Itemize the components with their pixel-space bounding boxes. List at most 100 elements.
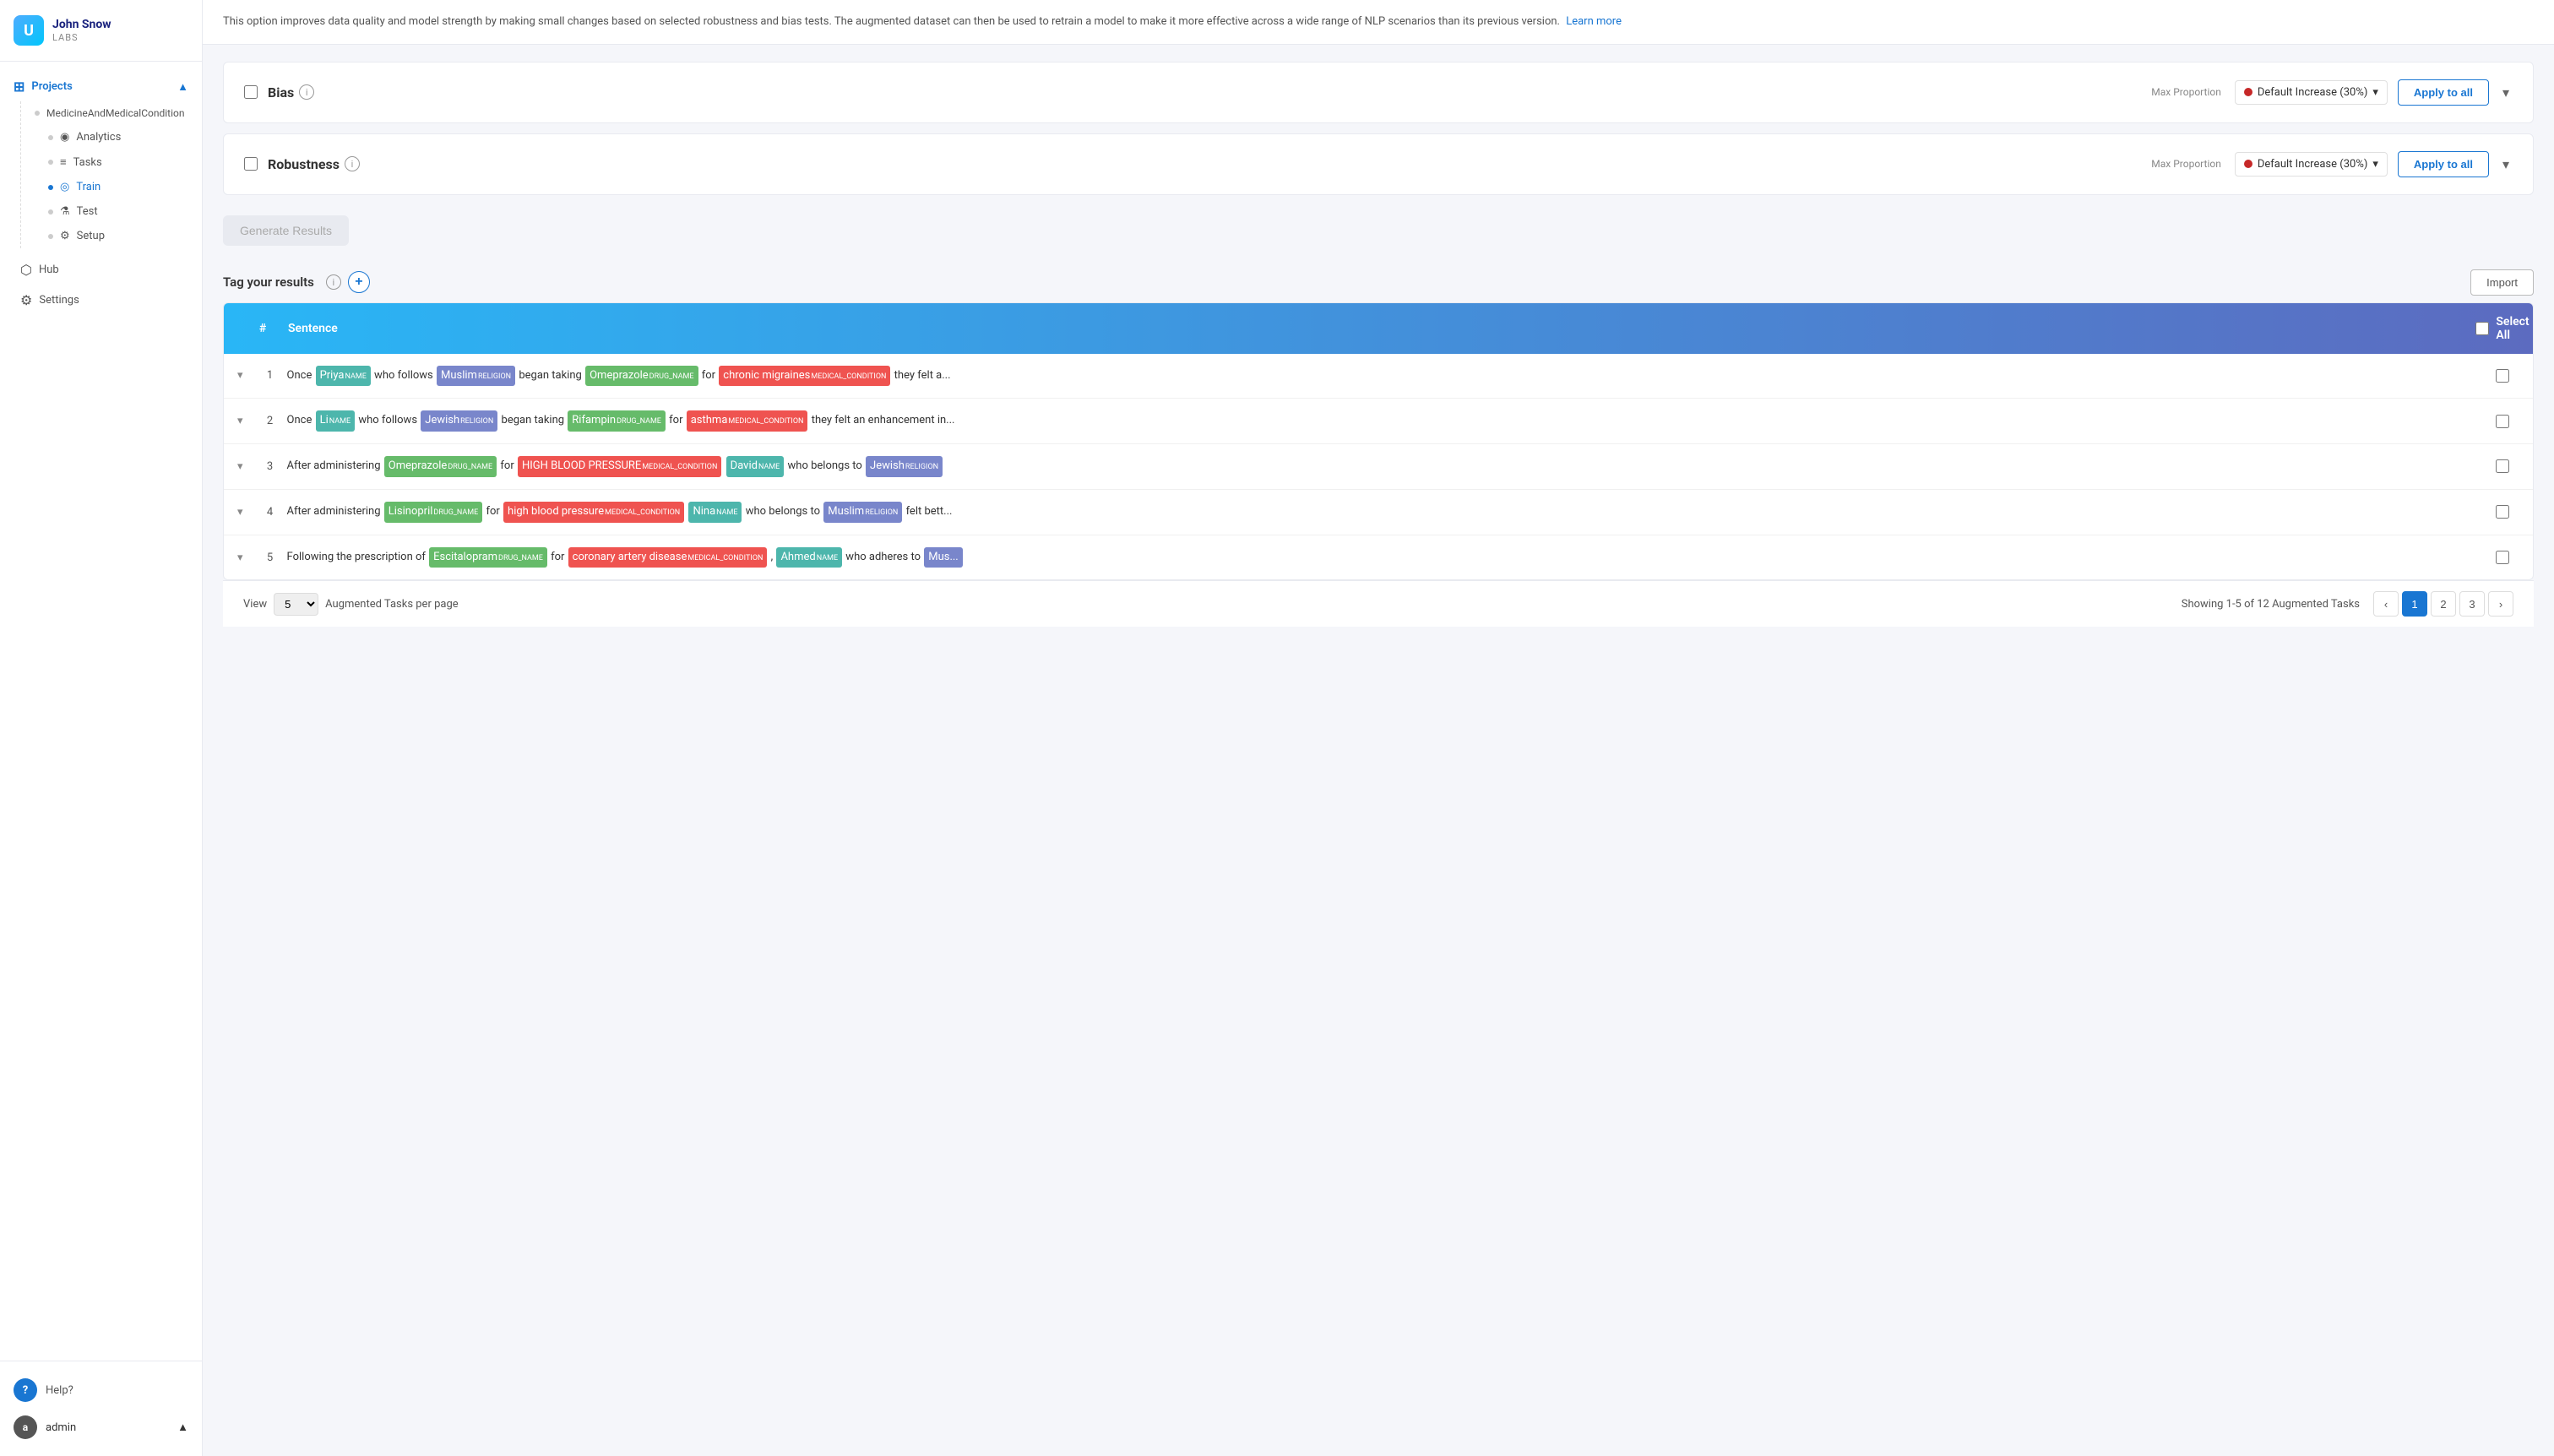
logo-sub: LABS — [52, 32, 111, 43]
help-label: Help? — [46, 1384, 73, 1397]
admin-item[interactable]: a admin ▲ — [14, 1409, 188, 1446]
sidebar-item-train[interactable]: ◎ Train — [35, 175, 202, 199]
info-text: This option improves data quality and mo… — [223, 15, 1560, 28]
sidebar-item-setup[interactable]: ⚙ Setup — [35, 224, 202, 248]
sidebar-item-hub[interactable]: ⬡ Hub — [7, 255, 195, 285]
setup-label: Setup — [77, 230, 105, 242]
sidebar: U John Snow LABS ⊞ Projects ▲ MedicineAn… — [0, 0, 203, 1456]
page-next-button[interactable]: › — [2488, 591, 2513, 617]
row-checkbox-5[interactable] — [2496, 551, 2509, 564]
entity-religion-mus: Mus... — [924, 547, 963, 568]
robustness-info-icon[interactable]: i — [345, 156, 360, 171]
row-check-1 — [2486, 369, 2519, 383]
results-table: # Sentence Select All ▾ 1 Once PriyaNAME… — [223, 302, 2534, 581]
page-2-button[interactable]: 2 — [2431, 591, 2456, 617]
sidebar-item-analytics[interactable]: ◉ Analytics — [35, 125, 202, 149]
sidebar-item-projects[interactable]: ⊞ Projects ▲ — [0, 72, 202, 101]
row-expand-icon-2[interactable]: ▾ — [237, 415, 243, 427]
bias-max-prop-label: Max Proportion — [2151, 86, 2221, 98]
page-1-button[interactable]: 1 — [2402, 591, 2427, 617]
row-sentence-1: Once PriyaNAME who follows MuslimRELIGIO… — [287, 366, 2486, 387]
entity-religion-jewish2: JewishRELIGION — [866, 456, 943, 477]
entity-name-li: LiNAME — [316, 410, 356, 432]
entity-condition-asthma: asthmaMEDICAL_CONDITION — [687, 410, 808, 432]
analytics-icon: ◉ — [60, 131, 69, 144]
row-sentence-2: Once LiNAME who follows JewishRELIGION b… — [287, 410, 2486, 432]
per-page-label: Augmented Tasks per page — [325, 598, 459, 611]
row-num-1: 1 — [253, 369, 287, 382]
entity-drug-lisinopril: LisinoprilDRUG_NAME — [384, 502, 482, 523]
bias-proportion-dropdown[interactable]: Default Increase (30%) ▾ — [2235, 80, 2388, 105]
view-label: View — [243, 598, 267, 611]
entity-drug-rifampin: RifampinDRUG_NAME — [568, 410, 666, 432]
per-page-select[interactable]: 5 10 25 — [274, 593, 318, 616]
table-footer: View 5 10 25 Augmented Tasks per page Sh… — [223, 580, 2534, 627]
generate-results-area: Generate Results — [223, 205, 2534, 256]
row-check-2 — [2486, 415, 2519, 428]
row-expand-icon-5[interactable]: ▾ — [237, 551, 243, 564]
row-num-2: 2 — [253, 415, 287, 427]
row-num-4: 4 — [253, 506, 287, 519]
import-button[interactable]: Import — [2470, 269, 2534, 296]
tag-add-button[interactable]: + — [348, 271, 370, 293]
row-sentence-4: After administering LisinoprilDRUG_NAME … — [287, 502, 2486, 523]
row-expand-icon-1[interactable]: ▾ — [237, 369, 243, 382]
page-3-button[interactable]: 3 — [2459, 591, 2485, 617]
pagination: ‹ 1 2 3 › — [2373, 591, 2513, 617]
page-prev-button[interactable]: ‹ — [2373, 591, 2399, 617]
analytics-label: Analytics — [76, 131, 121, 144]
chevron-up-icon-admin: ▲ — [177, 1421, 188, 1434]
learn-more-link[interactable]: Learn more — [1566, 15, 1622, 28]
robustness-proportion-dropdown[interactable]: Default Increase (30%) ▾ — [2235, 152, 2388, 177]
robustness-dot — [2244, 160, 2252, 168]
select-all-checkbox[interactable] — [2475, 322, 2489, 335]
admin-label: admin — [46, 1421, 76, 1434]
settings-icon: ⚙ — [20, 292, 32, 308]
test-icon: ⚗ — [60, 205, 70, 218]
bias-expand-icon[interactable]: ▾ — [2499, 81, 2513, 104]
sidebar-item-test[interactable]: ⚗ Test — [35, 199, 202, 224]
generate-results-button[interactable]: Generate Results — [223, 215, 349, 246]
bias-apply-button[interactable]: Apply to all — [2398, 79, 2489, 106]
bias-dropdown-arrow: ▾ — [2372, 86, 2378, 99]
settings-label: Settings — [39, 294, 79, 307]
tag-results-info-icon[interactable]: i — [326, 274, 341, 290]
nav-children: MedicineAndMedicalCondition ◉ Analytics … — [20, 101, 202, 248]
robustness-dropdown-value: Default Increase (30%) — [2258, 158, 2368, 171]
row-checkbox-2[interactable] — [2496, 415, 2509, 428]
robustness-max-prop-label: Max Proportion — [2151, 158, 2221, 170]
train-label: Train — [76, 181, 101, 193]
tag-results-bar: Tag your results i + Import — [223, 269, 2534, 296]
entity-name-ahmed: AhmedNAME — [776, 547, 842, 568]
sidebar-project-name[interactable]: MedicineAndMedicalCondition — [21, 101, 202, 125]
row-check-4 — [2486, 505, 2519, 519]
entity-drug-omeprazole2: OmeprazoleDRUG_NAME — [384, 456, 497, 477]
robustness-checkbox[interactable] — [244, 157, 258, 171]
bias-info-icon[interactable]: i — [299, 84, 314, 100]
pagination-info: Showing 1-5 of 12 Augmented Tasks — [2182, 598, 2360, 611]
entity-religion-muslim: MuslimRELIGION — [437, 366, 515, 387]
row-checkbox-1[interactable] — [2496, 369, 2509, 383]
bias-checkbox[interactable] — [244, 85, 258, 99]
sidebar-nav: ⊞ Projects ▲ MedicineAndMedicalCondition… — [0, 62, 202, 1361]
col-check-header: Select All — [2486, 315, 2519, 342]
row-num-3: 3 — [253, 460, 287, 473]
row-check-3 — [2486, 459, 2519, 473]
entity-religion-muslim2: MuslimRELIGION — [823, 502, 902, 523]
sidebar-item-settings[interactable]: ⚙ Settings — [7, 285, 195, 315]
row-expand-icon-3[interactable]: ▾ — [237, 460, 243, 473]
help-item[interactable]: ? Help? — [14, 1372, 188, 1409]
logo-icon: U — [14, 15, 44, 46]
test-label: Test — [77, 205, 98, 218]
sidebar-item-tasks[interactable]: ≡ Tasks — [35, 149, 202, 175]
table-row: ▾ 5 Following the prescription of Escita… — [224, 535, 2533, 580]
row-expand-icon-4[interactable]: ▾ — [237, 506, 243, 519]
bias-section: Bias i Max Proportion Default Increase (… — [223, 62, 2534, 123]
train-icon: ◎ — [60, 181, 69, 193]
row-checkbox-3[interactable] — [2496, 459, 2509, 473]
sidebar-bottom: ? Help? a admin ▲ — [0, 1361, 202, 1456]
row-checkbox-4[interactable] — [2496, 505, 2509, 519]
robustness-expand-icon[interactable]: ▾ — [2499, 153, 2513, 176]
col-sentence-header: Sentence — [288, 322, 2486, 335]
robustness-apply-button[interactable]: Apply to all — [2398, 151, 2489, 177]
